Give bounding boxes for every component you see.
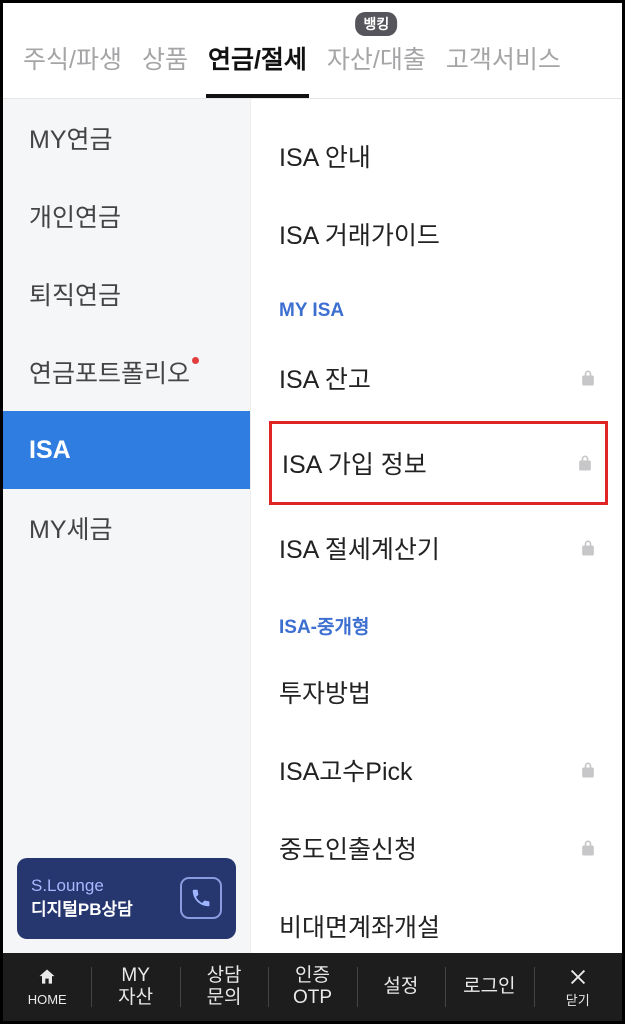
content-item-label: 투자방법 bbox=[279, 674, 371, 710]
content-item-3[interactable]: ISA 잔고 bbox=[279, 339, 598, 417]
sidebar-item-5[interactable]: MY세금 bbox=[3, 489, 250, 567]
sidebar-item-label: MY연금 bbox=[29, 120, 113, 156]
sidebar-item-label: 연금포트폴리오 bbox=[29, 354, 190, 390]
sidebar-item-label: 퇴직연금 bbox=[29, 276, 121, 312]
content-list: ISA 안내 ISA 거래가이드 MY ISA ISA 잔고 ISA 가입 정보 ISA … bbox=[251, 99, 622, 953]
bottom-close[interactable]: 닫기 bbox=[534, 953, 622, 1021]
bottom-label: 로그인 bbox=[463, 976, 515, 998]
sidebar-item-label: ISA bbox=[29, 436, 71, 465]
lock-icon bbox=[575, 452, 595, 474]
top-tab-2[interactable]: 연금/절세 bbox=[206, 18, 309, 98]
content-item-label: ISA-중개형 bbox=[279, 612, 369, 639]
content-item-label: 중도인출신청 bbox=[279, 830, 417, 866]
top-tabs: 주식/파생상품연금/절세자산/대출뱅킹고객서비스 bbox=[3, 3, 622, 99]
body: MY연금개인연금퇴직연금연금포트폴리오 ISA MY세금 S.Lounge 디지털P… bbox=[3, 99, 622, 953]
content-item-label: ISA 잔고 bbox=[279, 360, 371, 396]
top-tab-0[interactable]: 주식/파생 bbox=[21, 18, 124, 98]
bottom-label: 닫기 bbox=[566, 994, 590, 1009]
sidebar-item-1[interactable]: 개인연금 bbox=[3, 177, 250, 255]
content-item-label: ISA 절세계산기 bbox=[279, 530, 440, 566]
bottom-label: 설정 bbox=[383, 976, 418, 998]
content-item-1[interactable]: ISA 거래가이드 bbox=[279, 195, 598, 273]
top-tab-3[interactable]: 자산/대출뱅킹 bbox=[325, 18, 428, 98]
content-item-label: ISA 거래가이드 bbox=[279, 216, 440, 252]
close-icon bbox=[567, 966, 589, 992]
content-item-8[interactable]: ISA고수Pick bbox=[279, 731, 598, 809]
bottom-my[interactable]: MY 자산 bbox=[91, 953, 179, 1021]
new-dot-icon bbox=[192, 357, 199, 364]
sidebar-item-0[interactable]: MY연금 bbox=[3, 99, 250, 177]
bottom-home[interactable]: HOME bbox=[3, 953, 91, 1021]
content-item-5[interactable]: ISA 절세계산기 bbox=[279, 509, 598, 587]
sidebar-list: MY연금개인연금퇴직연금연금포트폴리오 ISA MY세금 bbox=[3, 99, 250, 858]
content-item-label: ISA 안내 bbox=[279, 138, 371, 174]
bottom-label: MY 자산 bbox=[118, 965, 153, 1009]
content-item-label: ISA 가입 정보 bbox=[282, 445, 427, 481]
content-item-10[interactable]: 비대면계좌개설 bbox=[279, 887, 598, 953]
bottom-label: 상담 문의 bbox=[207, 965, 242, 1009]
sidebar-item-label: MY세금 bbox=[29, 510, 113, 546]
bottom-label: HOME bbox=[28, 993, 67, 1008]
content-section-head: ISA-중개형 bbox=[279, 597, 598, 653]
content-item-label: 비대면계좌개설 bbox=[279, 908, 440, 944]
content-item-label: ISA고수Pick bbox=[279, 752, 413, 788]
home-icon bbox=[37, 967, 57, 991]
lounge-sub: 디지털PB상담 bbox=[31, 898, 133, 923]
lock-icon bbox=[578, 837, 598, 859]
bottom-label: 인증 OTP bbox=[293, 965, 332, 1009]
content-item-7[interactable]: 투자방법 bbox=[279, 653, 598, 731]
lock-icon bbox=[578, 537, 598, 559]
phone-icon bbox=[180, 877, 222, 919]
content-item-9[interactable]: 중도인출신청 bbox=[279, 809, 598, 887]
content-item-4[interactable]: ISA 가입 정보 bbox=[269, 421, 608, 505]
bottom-otp[interactable]: 인증 OTP bbox=[268, 953, 356, 1021]
lounge-title: S.Lounge bbox=[31, 874, 133, 899]
sidebar-item-4[interactable]: ISA bbox=[3, 411, 250, 489]
lock-icon bbox=[578, 759, 598, 781]
bottom-settings[interactable]: 설정 bbox=[357, 953, 445, 1021]
lounge-card[interactable]: S.Lounge 디지털PB상담 bbox=[17, 858, 236, 939]
bottom-login[interactable]: 로그인 bbox=[445, 953, 533, 1021]
lounge-text: S.Lounge 디지털PB상담 bbox=[31, 874, 133, 923]
bottom-consult[interactable]: 상담 문의 bbox=[180, 953, 268, 1021]
sidebar-item-2[interactable]: 퇴직연금 bbox=[3, 255, 250, 333]
top-tab-1[interactable]: 상품 bbox=[140, 18, 190, 98]
tab-badge: 뱅킹 bbox=[356, 12, 398, 36]
sidebar-item-label: 개인연금 bbox=[29, 198, 121, 234]
lock-icon bbox=[578, 367, 598, 389]
sidebar: MY연금개인연금퇴직연금연금포트폴리오 ISA MY세금 S.Lounge 디지털P… bbox=[3, 99, 251, 953]
content-item-0[interactable]: ISA 안내 bbox=[279, 117, 598, 195]
top-tab-4[interactable]: 고객서비스 bbox=[444, 18, 563, 98]
content-section-head: MY ISA bbox=[279, 283, 598, 339]
sidebar-item-3[interactable]: 연금포트폴리오 bbox=[3, 333, 250, 411]
bottom-nav: HOME MY 자산 상담 문의 인증 OTP 설정 로그인닫기 bbox=[3, 953, 622, 1021]
content-item-label: MY ISA bbox=[279, 300, 344, 322]
